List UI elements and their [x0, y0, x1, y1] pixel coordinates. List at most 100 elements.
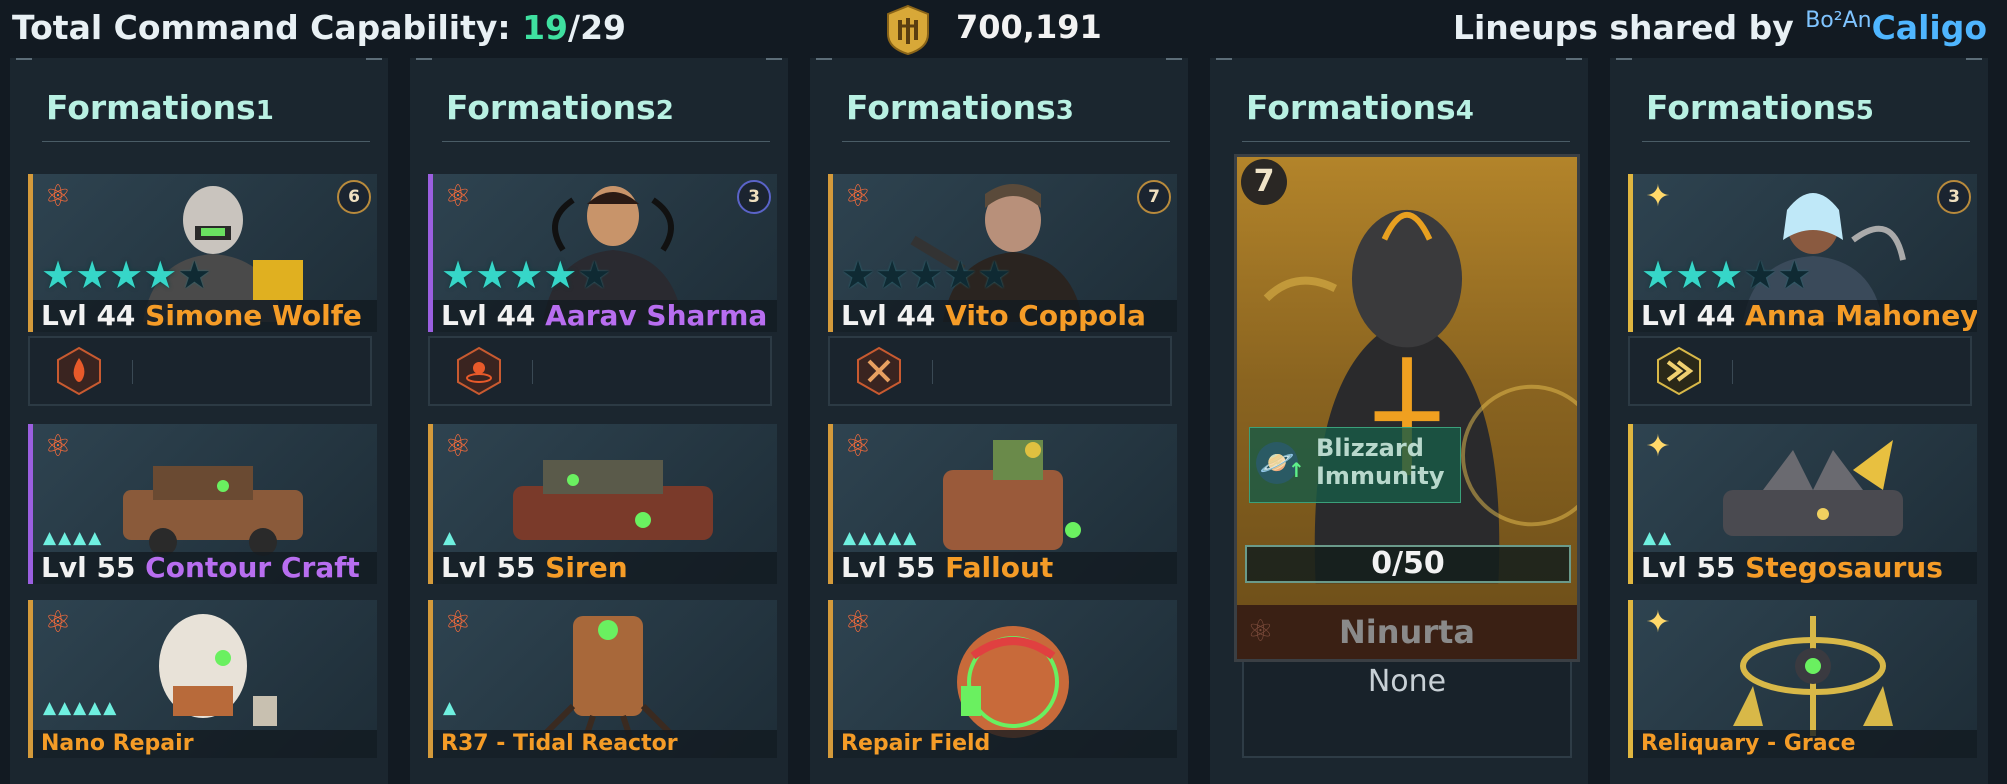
atom-icon: ⚛	[844, 179, 872, 214]
star-rating: ★★★★★	[1641, 256, 1811, 294]
star-icon: ★	[909, 253, 944, 297]
star-icon: ★	[1743, 253, 1778, 297]
alliance-tag: Bo²An	[1805, 8, 1872, 33]
empty-slot[interactable]: None	[1242, 662, 1572, 758]
divider	[132, 360, 133, 384]
drone-image	[903, 606, 1123, 748]
star-icon: ★	[943, 253, 978, 297]
player-name: Caligo	[1871, 8, 1987, 47]
star-icon: ★	[577, 253, 612, 297]
vehicle-card[interactable]: ⚛ ▲▲▲▲▲ Lvl 55 Fallout	[828, 424, 1177, 584]
tier-indicator: ▲▲	[1643, 528, 1674, 548]
star-icon: ★	[143, 253, 178, 297]
atom-icon: ⚛	[844, 605, 872, 640]
formation-title: Formations4	[1246, 88, 1474, 127]
star-icon: ★	[75, 253, 110, 297]
star-icon: ★	[177, 253, 212, 297]
slot-status: None	[1367, 664, 1447, 699]
formation-column-5: Formations5 ✦ 3 ★★★★★ Lvl 44 Anna Mahone…	[1610, 58, 1988, 784]
vehicle-card[interactable]: ⚛ ▲▲▲▲ Lvl 55 Contour Craft	[28, 424, 377, 584]
rank-badge: 7	[1137, 180, 1171, 214]
star-icon: ★	[977, 253, 1012, 297]
drone-label: Reliquary - Grace	[1633, 730, 1977, 758]
flame-skill-icon[interactable]	[54, 346, 104, 396]
formation-title: Formations3	[846, 88, 1074, 127]
total-command-capability: Total Command Capability: 19/29	[12, 8, 627, 47]
star-icon: ★	[1777, 253, 1812, 297]
divider	[842, 141, 1170, 142]
arrow-up-icon: ↑	[1288, 458, 1305, 482]
vehicle-card[interactable]: ✦ ▲▲ Lvl 55 Stegosaurus	[1628, 424, 1977, 584]
divider	[42, 141, 370, 142]
drone-card[interactable]: ✦ Reliquary - Grace	[1628, 600, 1977, 758]
tcc-current: 19	[522, 8, 569, 47]
atom-icon: ⚛	[44, 429, 72, 464]
drone-card[interactable]: ⚛ ▲▲▲▲▲ Nano Repair	[28, 600, 377, 758]
hero-card[interactable]: ⚛ 6 ★★★★★ Lvl 44 Simone Wolfe	[28, 174, 377, 332]
drone-image	[503, 606, 723, 748]
star-icon: ★	[441, 253, 476, 297]
pulse-skill-icon[interactable]	[454, 346, 504, 396]
ninurta-card[interactable]: 7 🪐 ↑ Blizzard Immunity 0/50 ⚛ Ninurta	[1234, 154, 1580, 662]
rank-badge: 6	[337, 180, 371, 214]
gold-crest-icon	[884, 4, 932, 56]
tier-indicator: ▲▲▲▲▲	[843, 528, 919, 548]
drone-label: R37 - Tidal Reactor	[433, 730, 777, 758]
atom-icon: ⚛	[444, 429, 472, 464]
hero-label: Lvl 44 Simone Wolfe	[33, 300, 377, 332]
drone-image	[103, 606, 323, 748]
skill-row	[828, 336, 1172, 406]
currency-value: 700,191	[956, 8, 1102, 46]
divider	[932, 360, 933, 384]
sparkle-icon: ✦	[1645, 605, 1671, 640]
progress-counter: 0/50	[1245, 545, 1571, 583]
tier-indicator: ▲	[443, 528, 459, 548]
star-rating: ★★★★★	[41, 256, 211, 294]
star-icon: ★	[543, 253, 578, 297]
tcc-total: /29	[568, 8, 627, 47]
star-icon: ★	[475, 253, 510, 297]
vehicle-card[interactable]: ⚛ ▲ Lvl 55 Siren	[428, 424, 777, 584]
atom-icon: ⚛	[844, 429, 872, 464]
star-icon: ★	[1675, 253, 1710, 297]
sparkle-icon: ✦	[1645, 179, 1671, 214]
hero-card[interactable]: ⚛ 7 ★★★★★ Lvl 44 Vito Coppola	[828, 174, 1177, 332]
tier-indicator: ▲▲▲▲	[43, 528, 104, 548]
star-icon: ★	[41, 253, 76, 297]
vehicle-label: Lvl 55 Stegosaurus	[1633, 552, 1977, 584]
buff-text: Blizzard Immunity	[1316, 434, 1445, 490]
vehicle-label: Lvl 55 Fallout	[833, 552, 1177, 584]
rank-badge: 3	[737, 180, 771, 214]
drone-label: Nano Repair	[33, 730, 377, 758]
formation-title: Formations2	[446, 88, 674, 127]
hero-card[interactable]: ✦ 3 ★★★★★ Lvl 44 Anna Mahoney	[1628, 174, 1977, 332]
drone-card[interactable]: ⚛ Repair Field	[828, 600, 1177, 758]
chevron-skill-icon[interactable]	[1654, 346, 1704, 396]
shared-by[interactable]: Lineups shared by Bo²AnCaligo	[1453, 8, 1987, 47]
star-icon: ★	[1709, 253, 1744, 297]
drone-label: Repair Field	[833, 730, 1177, 758]
vehicle-label: Lvl 55 Siren	[433, 552, 777, 584]
skill-row	[28, 336, 372, 406]
vehicle-label: Lvl 55 Contour Craft	[33, 552, 377, 584]
hero-card[interactable]: ⚛ 3 ★★★★★ Lvl 44 Aarav Sharma	[428, 174, 777, 332]
divider	[1642, 141, 1970, 142]
star-icon: ★	[109, 253, 144, 297]
hero-label: Lvl 44 Aarav Sharma	[433, 300, 777, 332]
divider	[532, 360, 533, 384]
hero-label: Lvl 44 Vito Coppola	[833, 300, 1177, 332]
star-icon: ★	[841, 253, 876, 297]
formation-title: Formations1	[46, 88, 274, 127]
drone-card[interactable]: ⚛ ▲ R37 - Tidal Reactor	[428, 600, 777, 758]
rank-badge: 7	[1241, 159, 1287, 205]
tier-indicator: ▲	[443, 698, 459, 718]
star-icon: ★	[875, 253, 910, 297]
atom-icon: ⚛	[44, 179, 72, 214]
rank-badge: 3	[1937, 180, 1971, 214]
divider	[1242, 141, 1570, 142]
atom-icon: ⚛	[1247, 614, 1274, 649]
formation-title: Formations5	[1646, 88, 1874, 127]
buff-blizzard-immunity[interactable]: 🪐 ↑ Blizzard Immunity	[1249, 427, 1461, 503]
wrench-skill-icon[interactable]	[854, 346, 904, 396]
formation-column-4: Formations4 7 🪐 ↑ Blizzard Immunity 0/50 …	[1210, 58, 1588, 784]
